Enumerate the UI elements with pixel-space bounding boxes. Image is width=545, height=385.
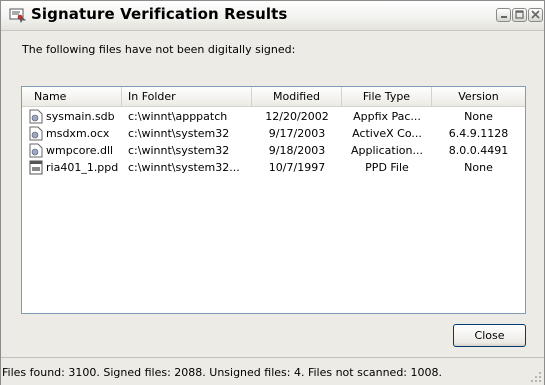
column-header-name[interactable]: Name	[22, 87, 122, 106]
file-version: None	[464, 161, 493, 174]
file-modified: 9/18/2003	[268, 144, 326, 157]
file-folder: c:\winnt\system32	[128, 144, 230, 157]
minimize-button[interactable]	[496, 8, 511, 22]
file-type: Application...	[351, 144, 423, 157]
column-header-modified[interactable]: Modified	[252, 87, 342, 106]
status-text: Files found: 3100. Signed files: 2088. U…	[2, 366, 443, 379]
status-bar: Files found: 3100. Signed files: 2088. U…	[1, 357, 544, 385]
file-name: wmpcore.dll	[46, 144, 114, 157]
column-header-version[interactable]: Version	[432, 87, 525, 106]
minimize-icon	[501, 16, 507, 18]
file-folder: c:\winnt\system32	[128, 127, 230, 140]
file-version: None	[464, 110, 493, 123]
file-modified: 12/20/2002	[265, 110, 329, 123]
column-header-folder[interactable]: In Folder	[122, 87, 252, 106]
unsigned-files-list[interactable]: Name In Folder Modified File Type Versio…	[21, 86, 526, 314]
window-title: Signature Verification Results	[31, 5, 288, 23]
close-window-button[interactable]	[528, 8, 543, 22]
table-row[interactable]: sysmain.sdb c:\winnt\apppatch 12/20/2002…	[22, 108, 525, 125]
table-row[interactable]: wmpcore.dll c:\winnt\system32 9/18/2003 …	[22, 142, 525, 159]
file-name: msdxm.ocx	[46, 127, 110, 140]
file-folder: c:\winnt\system32...	[128, 161, 240, 174]
file-version: 6.4.9.1128	[448, 127, 509, 140]
file-version: 8.0.0.4491	[448, 144, 509, 157]
signature-verification-window: Signature Verification Results The follo…	[0, 0, 545, 385]
certificate-icon	[9, 8, 27, 23]
resize-grip-icon[interactable]	[530, 371, 542, 383]
column-header-type[interactable]: File Type	[342, 87, 432, 106]
close-button[interactable]: Close	[453, 324, 526, 347]
file-modified: 9/17/2003	[268, 127, 326, 140]
close-icon	[531, 10, 540, 19]
file-name: ria401_1.ppd	[46, 161, 119, 174]
file-folder: c:\winnt\apppatch	[128, 110, 228, 123]
file-type: Appfix Pac...	[353, 110, 421, 123]
maximize-button[interactable]	[512, 8, 527, 22]
table-row[interactable]: ria401_1.ppd c:\winnt\system32... 10/7/1…	[22, 159, 525, 176]
file-modified: 10/7/1997	[268, 161, 326, 174]
file-type: PPD File	[365, 161, 409, 174]
maximize-icon	[515, 10, 524, 19]
table-row[interactable]: msdxm.ocx c:\winnt\system32 9/17/2003 Ac…	[22, 125, 525, 142]
file-type: ActiveX Co...	[352, 127, 422, 140]
file-name: sysmain.sdb	[46, 110, 115, 123]
title-bar[interactable]: Signature Verification Results	[1, 1, 544, 31]
list-header: Name In Folder Modified File Type Versio…	[22, 87, 525, 107]
intro-text: The following files have not been digita…	[22, 43, 296, 56]
